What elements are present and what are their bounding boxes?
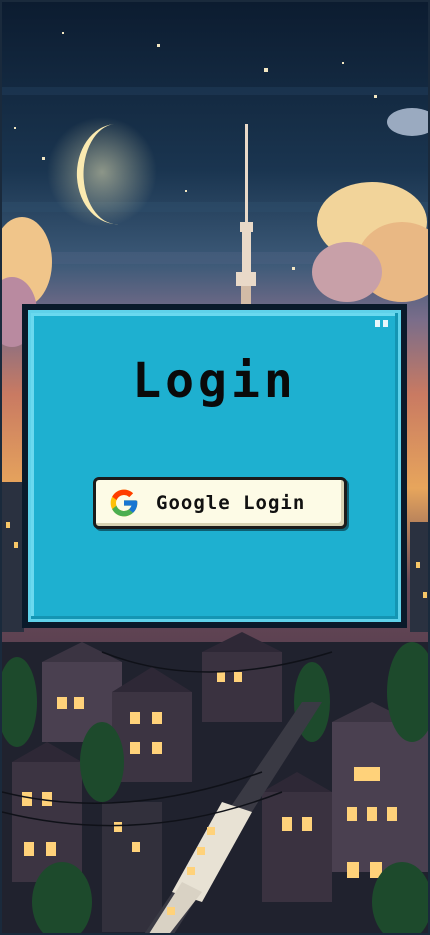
login-window: Login Google Login <box>22 304 407 628</box>
window-controls <box>375 320 388 327</box>
google-g-icon <box>110 489 138 517</box>
moon-glow <box>47 117 157 227</box>
window-dot <box>383 320 388 327</box>
login-panel: Login Google Login <box>28 310 401 622</box>
login-title: Login <box>132 353 297 409</box>
window-dot <box>375 320 380 327</box>
google-login-button[interactable]: Google Login <box>93 477 347 529</box>
google-login-label: Google Login <box>156 492 306 514</box>
